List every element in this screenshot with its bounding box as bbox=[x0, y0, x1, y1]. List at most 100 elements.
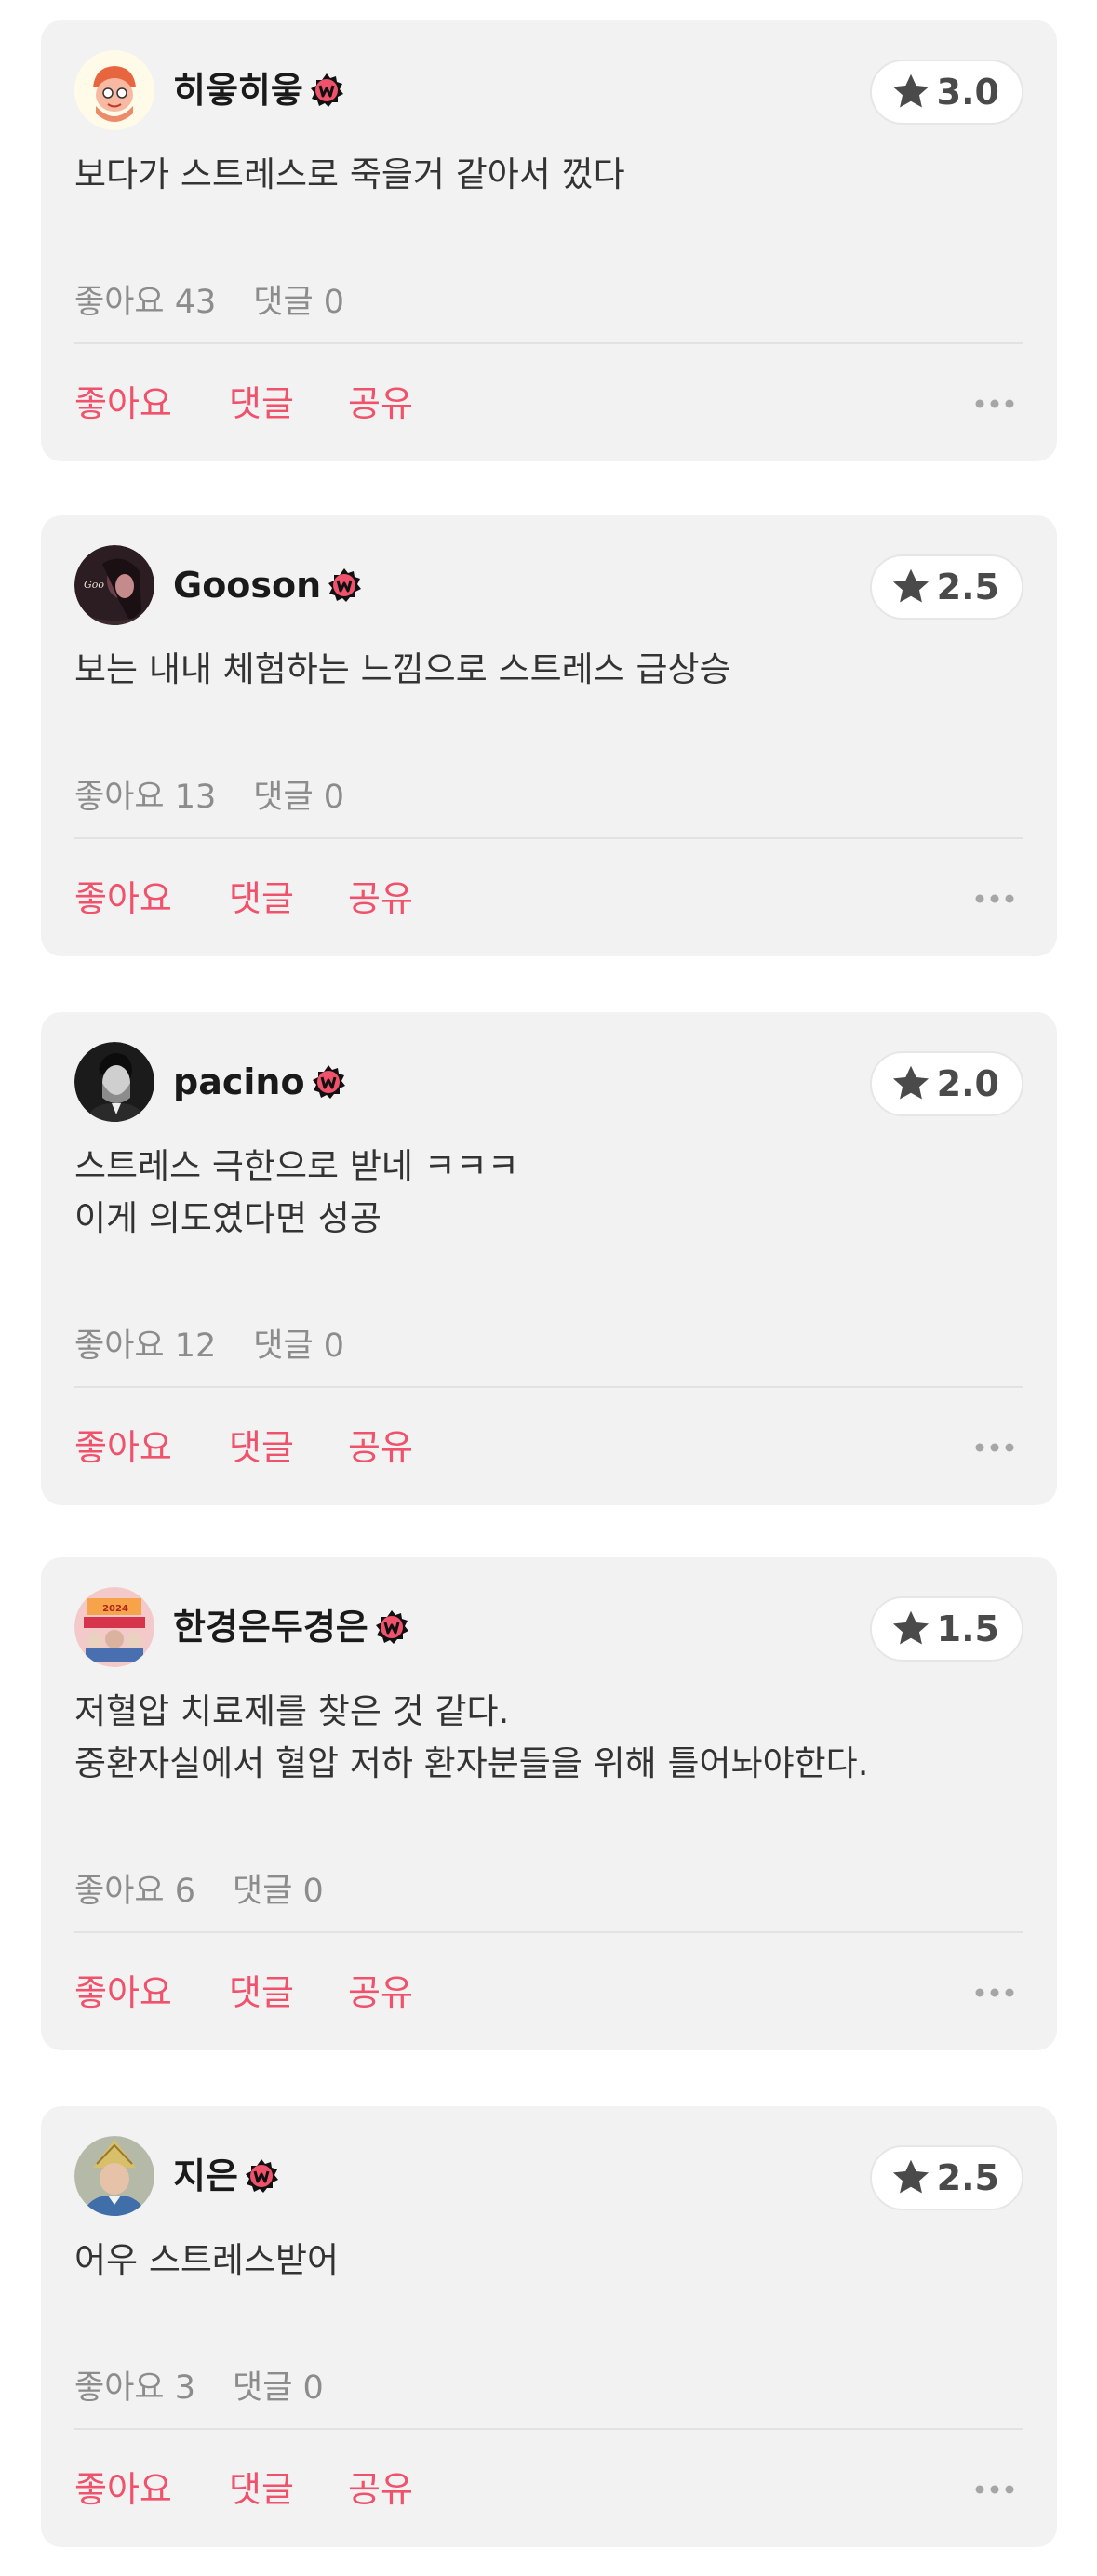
star-icon bbox=[890, 72, 931, 113]
review-actions: 좋아요 댓글 공유 bbox=[74, 378, 1023, 430]
like-button[interactable]: 좋아요 bbox=[74, 1967, 172, 2019]
comment-button[interactable]: 댓글 bbox=[229, 378, 294, 430]
comment-count: 댓글 0 bbox=[233, 1873, 324, 1910]
rating-pill: 2.5 bbox=[869, 2145, 1023, 2210]
review-header: Goo Gooson 2.5 bbox=[74, 545, 1023, 625]
username[interactable]: pacino bbox=[173, 1062, 346, 1101]
more-options-icon[interactable] bbox=[973, 891, 1016, 906]
more-options-icon[interactable] bbox=[973, 1440, 1016, 1455]
review-header: 히읗히읗 3.0 bbox=[74, 50, 1023, 130]
review-line: 중환자실에서 혈압 저하 환자분들을 위해 틀어놔야한다. bbox=[74, 1743, 869, 1783]
watcha-badge-icon bbox=[309, 73, 344, 108]
review-counts: 좋아요 13 댓글 0 bbox=[74, 770, 344, 818]
portrait-avatar-icon bbox=[74, 1042, 154, 1122]
like-count: 좋아요 3 bbox=[74, 2369, 195, 2407]
review-text[interactable]: 보다가 스트레스로 죽을거 같아서 껐다 bbox=[74, 149, 1023, 201]
username-text: 히읗히읗 bbox=[173, 70, 303, 111]
review-line: 스트레스 극한으로 받네 ㅋㅋㅋ bbox=[74, 1146, 519, 1186]
like-count: 좋아요 12 bbox=[74, 1328, 217, 1365]
review-line: 저혈압 치료제를 찾은 것 같다. bbox=[74, 1691, 510, 1731]
svg-text:Goo: Goo bbox=[84, 579, 104, 591]
comment-count: 댓글 0 bbox=[253, 1328, 345, 1365]
comment-button[interactable]: 댓글 bbox=[229, 873, 294, 925]
share-button[interactable]: 공유 bbox=[348, 378, 413, 430]
star-icon bbox=[890, 567, 931, 607]
svg-text:2024: 2024 bbox=[102, 1604, 128, 1614]
review-text[interactable]: 보는 내내 체험하는 느낌으로 스트레스 급상승 bbox=[74, 644, 1023, 696]
review-text[interactable]: 스트레스 극한으로 받네 ㅋㅋㅋ 이게 의도였다면 성공 bbox=[74, 1141, 1023, 1245]
user-avatar[interactable] bbox=[74, 2136, 154, 2216]
review-actions: 좋아요 댓글 공유 bbox=[74, 873, 1023, 925]
like-button[interactable]: 좋아요 bbox=[74, 378, 172, 430]
divider bbox=[74, 1931, 1023, 1933]
rating-pill: 1.5 bbox=[869, 1596, 1023, 1662]
comment-button[interactable]: 댓글 bbox=[229, 1967, 294, 2019]
review-card: pacino 2.0 스트레스 극한으로 받네 ㅋㅋㅋ 이게 의도였다면 성공 … bbox=[41, 1012, 1057, 1505]
username-text: 한경은두경은 bbox=[173, 1607, 368, 1648]
share-button[interactable]: 공유 bbox=[348, 2463, 413, 2516]
like-count: 좋아요 6 bbox=[74, 1873, 195, 1910]
username[interactable]: 지은 bbox=[173, 2156, 279, 2196]
like-button[interactable]: 좋아요 bbox=[74, 2463, 172, 2516]
user-avatar[interactable]: 2024 bbox=[74, 1587, 154, 1667]
watcha-badge-icon bbox=[327, 567, 362, 603]
user-avatar[interactable]: Goo bbox=[74, 545, 154, 625]
comment-count: 댓글 0 bbox=[253, 284, 345, 321]
review-header: 지은 2.5 bbox=[74, 2136, 1023, 2216]
review-text[interactable]: 어우 스트레스받어 bbox=[74, 2235, 1023, 2287]
more-options-icon[interactable] bbox=[973, 396, 1016, 411]
comment-button[interactable]: 댓글 bbox=[229, 1421, 294, 1474]
comment-count: 댓글 0 bbox=[233, 2369, 324, 2407]
person-avatar-icon bbox=[74, 2136, 154, 2216]
comment-button[interactable]: 댓글 bbox=[229, 2463, 294, 2516]
review-line: 어우 스트레스받어 bbox=[74, 2240, 340, 2280]
username-text: Gooson bbox=[173, 565, 322, 606]
review-line: 보는 내내 체험하는 느낌으로 스트레스 급상승 bbox=[74, 649, 731, 689]
username[interactable]: Gooson bbox=[173, 566, 362, 605]
username[interactable]: 한경은두경은 bbox=[173, 1608, 409, 1647]
share-button[interactable]: 공유 bbox=[348, 1967, 413, 2019]
review-actions: 좋아요 댓글 공유 bbox=[74, 1967, 1023, 2019]
like-button[interactable]: 좋아요 bbox=[74, 873, 172, 925]
review-card: 히읗히읗 3.0 보다가 스트레스로 죽을거 같아서 껐다 좋아요 43 댓글 0… bbox=[41, 20, 1057, 461]
review-card: 지은 2.5 어우 스트레스받어 좋아요 3 댓글 0 좋아요 댓글 공유 bbox=[41, 2106, 1057, 2547]
share-button[interactable]: 공유 bbox=[348, 1421, 413, 1474]
review-feed: 히읗히읗 3.0 보다가 스트레스로 죽을거 같아서 껐다 좋아요 43 댓글 0… bbox=[0, 0, 1097, 2576]
star-icon bbox=[890, 1608, 931, 1649]
username[interactable]: 히읗히읗 bbox=[173, 71, 344, 110]
review-counts: 좋아요 6 댓글 0 bbox=[74, 1864, 324, 1912]
divider bbox=[74, 342, 1023, 344]
rating-pill: 3.0 bbox=[869, 60, 1023, 125]
divider bbox=[74, 837, 1023, 839]
review-header: pacino 2.0 bbox=[74, 1042, 1023, 1122]
poster-avatar-icon: 2024 bbox=[74, 1587, 154, 1667]
review-actions: 좋아요 댓글 공유 bbox=[74, 2463, 1023, 2516]
divider bbox=[74, 2428, 1023, 2430]
review-line: 이게 의도였다면 성공 bbox=[74, 1198, 381, 1238]
photo-avatar-icon: Goo bbox=[74, 545, 154, 625]
rating-value: 3.0 bbox=[936, 72, 999, 113]
review-line: 보다가 스트레스로 죽을거 같아서 껐다 bbox=[74, 154, 625, 194]
user-avatar[interactable] bbox=[74, 50, 154, 130]
cartoon-face-avatar-icon bbox=[74, 50, 154, 130]
star-icon bbox=[890, 2157, 931, 2198]
star-icon bbox=[890, 1063, 931, 1104]
review-counts: 좋아요 43 댓글 0 bbox=[74, 275, 344, 323]
more-options-icon[interactable] bbox=[973, 1985, 1016, 2000]
review-card: 2024 한경은두경은 1.5 저혈압 치료제를 찾은 것 같다. 중환자실에서… bbox=[41, 1557, 1057, 2050]
rating-value: 2.5 bbox=[936, 2157, 999, 2198]
share-button[interactable]: 공유 bbox=[348, 873, 413, 925]
divider bbox=[74, 1386, 1023, 1388]
rating-pill: 2.5 bbox=[869, 554, 1023, 620]
like-button[interactable]: 좋아요 bbox=[74, 1421, 172, 1474]
username-text: 지은 bbox=[173, 2156, 238, 2196]
like-count: 좋아요 43 bbox=[74, 284, 217, 321]
comment-count: 댓글 0 bbox=[253, 779, 345, 816]
user-avatar[interactable] bbox=[74, 1042, 154, 1122]
review-text[interactable]: 저혈압 치료제를 찾은 것 같다. 중환자실에서 혈압 저하 환자분들을 위해 … bbox=[74, 1686, 1023, 1790]
review-header: 2024 한경은두경은 1.5 bbox=[74, 1587, 1023, 1667]
more-options-icon[interactable] bbox=[973, 2482, 1016, 2497]
watcha-badge-icon bbox=[374, 1609, 409, 1645]
review-counts: 좋아요 12 댓글 0 bbox=[74, 1319, 344, 1367]
like-count: 좋아요 13 bbox=[74, 779, 217, 816]
